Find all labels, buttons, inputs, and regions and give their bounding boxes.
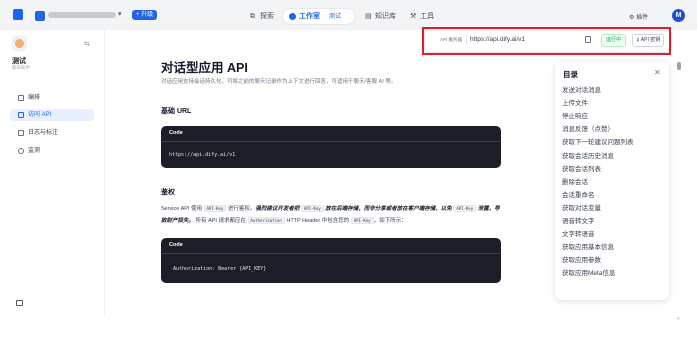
toc-item[interactable]: 发送对话消息 [562, 86, 601, 96]
workspace-avatar[interactable] [35, 11, 45, 21]
explore-icon: ⧉ [250, 13, 255, 20]
toc-item[interactable]: 获取下一轮建议问题列表 [562, 138, 634, 148]
plugin-icon: ⚙ [629, 15, 635, 21]
app-type: 聊天助手 [12, 65, 30, 70]
app-icon [12, 36, 27, 51]
sidebar-item-label: 日志与标注 [28, 130, 59, 136]
monitor-icon [18, 148, 24, 154]
base-url-heading: 基础 URL [161, 108, 192, 115]
base-url-code-block[interactable]: Code https://api.dify.ai/v1 [161, 126, 501, 168]
toc-item[interactable]: 会话重命名 [562, 191, 595, 201]
sidebar-item-label: 监测 [28, 148, 41, 154]
plugins-button[interactable]: ⚙ 插件 [629, 12, 648, 21]
sidebar-item-monitor[interactable]: 监测 [10, 145, 94, 157]
toc-title: 目录 [563, 70, 578, 79]
workspace-name-blurred[interactable] [48, 12, 116, 18]
api-icon [18, 112, 24, 118]
scroll-arrow-icon[interactable]: ▾ [677, 316, 680, 322]
expand-panel-icon[interactable] [16, 300, 23, 306]
auth-heading: 鉴权 [161, 189, 175, 196]
upgrade-badge[interactable]: + 升级 [132, 10, 158, 20]
user-avatar[interactable]: M [672, 9, 685, 22]
nav-knowledge[interactable]: 知识库 [375, 12, 396, 22]
toc-item[interactable]: 停止响应 [562, 112, 588, 122]
sidebar-item-logs[interactable]: 日志与标注 [10, 127, 94, 139]
sidebar-item-label: 访问 API [28, 112, 52, 118]
sidebar-item-label: 编排 [28, 95, 41, 101]
plugins-label: 插件 [636, 15, 649, 21]
toc-item[interactable]: 获取对话变量 [562, 204, 601, 214]
app-sidebar [0, 30, 105, 315]
page-title: 对话型应用 API [161, 61, 248, 75]
close-icon[interactable]: ✕ [654, 68, 661, 77]
logs-icon [18, 130, 24, 136]
toc-item[interactable]: 上传文件 [562, 99, 588, 109]
auth-text: Service API 使用 [161, 206, 204, 212]
nav-studio-label: 工作室 [299, 13, 320, 20]
tools-icon: ⚒ [410, 13, 417, 20]
collapse-sidebar-icon[interactable]: ⇆ [84, 40, 90, 48]
knowledge-icon: ▤ [365, 13, 372, 20]
auth-paragraph: Service API 使用 API-Key 进行鉴权。强烈建议开发者把 API… [161, 203, 501, 227]
inline-code: API-Key [350, 217, 374, 224]
inline-code: API-Key [453, 205, 477, 212]
inline-code: API-Key [203, 205, 227, 212]
auth-text: ，如下所示： [373, 218, 407, 224]
toc-item[interactable]: 消息反馈（点赞） [562, 125, 614, 135]
toc-item[interactable]: 获取应用基本信息 [562, 243, 614, 253]
sidebar-item-api-access[interactable]: 访问 API [10, 109, 94, 121]
auth-code-block[interactable]: Code Authorization: Bearer {API_KEY} [161, 238, 501, 283]
auth-text: 进行鉴权。 [226, 206, 256, 212]
orchestrate-icon [18, 95, 24, 101]
nav-current-app[interactable]: 测试 [329, 12, 341, 22]
toc-item[interactable]: 获取会话列表 [562, 165, 601, 175]
auth-emphasis: 放在后端存储，而非分享或者放在客户端存储，以免 [323, 206, 454, 212]
toc-item[interactable]: 文字转语音 [562, 230, 595, 240]
page-description: 对话应用支持会话持久化，可将之前的聊天记录作为上下文进行回答，可适用于聊天/客服… [161, 79, 397, 85]
highlight-annotation-box [422, 27, 671, 55]
auth-emphasis: 强烈建议开发者把 [255, 206, 301, 212]
sidebar-item-orchestrate[interactable]: 编排 [10, 92, 94, 104]
toc-item[interactable]: 删除会话 [562, 178, 588, 188]
code-header: Code [161, 126, 501, 142]
scrollbar-thumb[interactable] [677, 62, 681, 70]
inline-code: Authorization [247, 217, 285, 224]
toc-item[interactable]: 语音转文字 [562, 217, 595, 227]
inline-code: API-Key [300, 205, 324, 212]
auth-text: 所有 API 请求都应在 [194, 218, 248, 224]
code-header: Code [161, 238, 501, 254]
code-content[interactable]: https://api.dify.ai/v1 [161, 142, 501, 158]
studio-icon [289, 13, 296, 20]
toc-item[interactable]: 获取应用Meta信息 [562, 269, 615, 279]
nav-explore[interactable]: 探索 [260, 12, 274, 22]
toc-item[interactable]: 获取应用参数 [562, 256, 601, 266]
chevron-down-icon[interactable]: ▾ [118, 10, 122, 18]
nav-studio[interactable]: 工作室 测试 [283, 9, 355, 24]
code-content[interactable]: Authorization: Bearer {API_KEY} [161, 254, 501, 272]
dify-logo[interactable] [13, 9, 23, 20]
auth-text: HTTP Header 中包含您的 [284, 218, 351, 224]
toc-item[interactable]: 获取会话历史消息 [562, 152, 614, 162]
nav-tools[interactable]: 工具 [420, 12, 434, 22]
